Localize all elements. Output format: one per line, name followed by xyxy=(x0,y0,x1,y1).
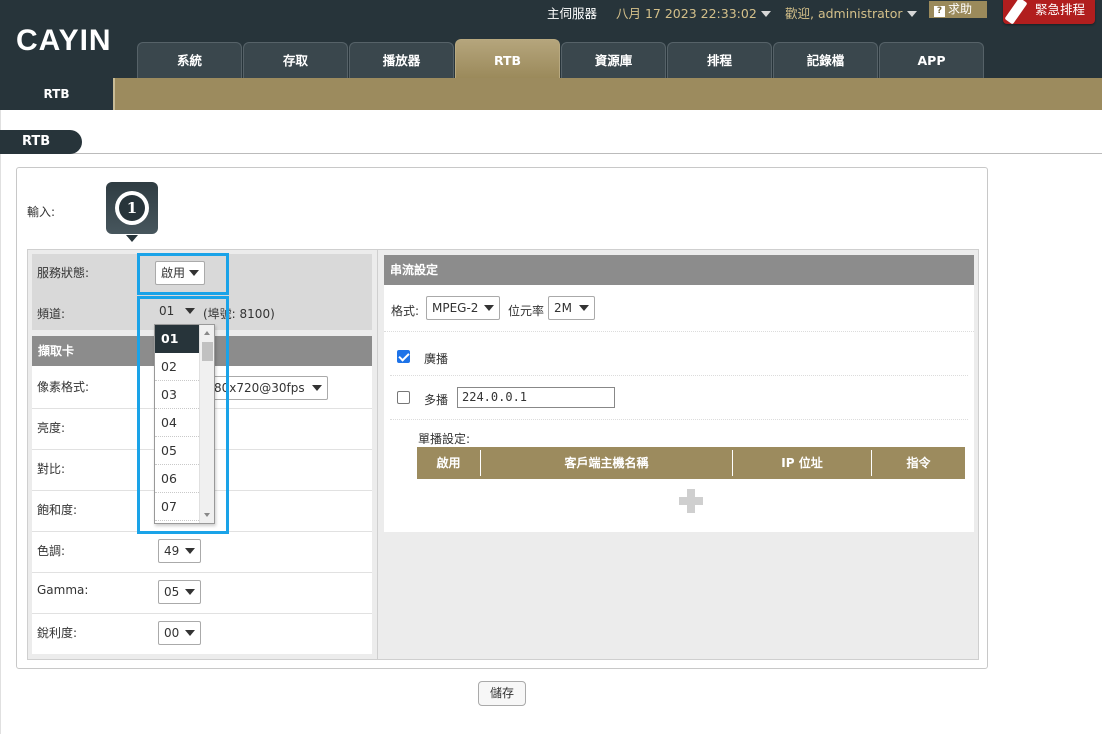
column-divider xyxy=(377,250,378,660)
multicast-checkbox[interactable] xyxy=(397,391,410,404)
brightness-label: 亮度: xyxy=(37,421,66,435)
pixel-format-label: 像素格式: xyxy=(37,380,90,394)
service-status-label: 服務狀態: xyxy=(37,266,90,280)
tab-log[interactable]: 記錄檔 xyxy=(773,42,878,78)
tab-app[interactable]: APP xyxy=(879,42,984,78)
sharpness-value: 00 xyxy=(164,626,180,640)
tab-media-library[interactable]: 資源庫 xyxy=(561,42,666,78)
channel-label: 頻道: xyxy=(37,307,66,321)
help-button[interactable]: ? 求助 xyxy=(929,1,987,18)
bitrate-select[interactable]: 2M xyxy=(548,296,595,320)
chevron-down-icon xyxy=(185,630,195,636)
input-label: 輸入: xyxy=(27,205,56,219)
chevron-down-icon xyxy=(185,548,195,554)
multicast-label: 多播 xyxy=(424,393,449,407)
bitrate-value: 2M xyxy=(554,301,572,315)
highlight-service-status xyxy=(137,253,229,295)
add-client-icon[interactable] xyxy=(679,489,703,513)
saturation-label: 飽和度: xyxy=(37,503,78,517)
chevron-down-icon xyxy=(579,305,589,311)
subtab-rtb[interactable]: RTB xyxy=(0,78,115,110)
unicast-table-header: 啟用 客戶端主機名稱 IP 位址 指令 xyxy=(417,447,965,479)
stream-settings-header: 串流設定 xyxy=(384,255,974,285)
question-icon: ? xyxy=(934,6,945,17)
gamma-value: 05 xyxy=(164,585,180,599)
tab-rtb[interactable]: RTB xyxy=(455,39,560,78)
bitrate-label: 位元率 xyxy=(508,304,545,318)
col-enable: 啟用 xyxy=(436,456,461,470)
caret-down-icon xyxy=(126,235,138,242)
col-client-hostname: 客戶端主機名稱 xyxy=(564,456,649,470)
server-label: 主伺服器 xyxy=(547,6,598,21)
row-divider xyxy=(32,572,372,573)
chevron-down-icon xyxy=(185,589,195,595)
format-label: 格式: xyxy=(391,304,420,318)
hue-select[interactable]: 49 xyxy=(158,539,201,563)
col-ip-address: IP 位址 xyxy=(781,456,823,470)
highlight-channel-dropdown xyxy=(137,296,229,534)
chevron-down-icon xyxy=(484,305,494,311)
tab-player[interactable]: 播放器 xyxy=(349,42,454,78)
input-1-button[interactable]: 1 xyxy=(106,182,158,234)
emergency-schedule-button[interactable]: 緊急排程 xyxy=(1003,0,1095,25)
gamma-label: Gamma: xyxy=(37,583,89,597)
tab-access[interactable]: 存取 xyxy=(243,42,348,78)
sharpness-select[interactable]: 00 xyxy=(158,621,201,645)
pen-icon xyxy=(1004,0,1028,25)
save-button[interactable]: 儲存 xyxy=(478,681,526,706)
cayin-logo: CAYIN xyxy=(16,26,112,54)
row-divider xyxy=(384,331,974,332)
chevron-down-icon xyxy=(906,11,917,17)
title-divider xyxy=(0,153,1102,154)
row-divider xyxy=(390,375,968,376)
format-select[interactable]: MPEG-2 xyxy=(426,296,500,320)
chevron-down-icon xyxy=(312,385,322,391)
gamma-select[interactable]: 05 xyxy=(158,580,201,604)
top-header: CAYIN 主伺服器 八月 17 2023 22:33:02 歡迎, admin… xyxy=(0,0,1102,78)
col-command: 指令 xyxy=(906,456,931,470)
tab-system[interactable]: 系統 xyxy=(137,42,242,78)
datetime-display[interactable]: 八月 17 2023 22:33:02 xyxy=(616,3,771,22)
hue-label: 色調: xyxy=(37,544,66,558)
contrast-label: 對比: xyxy=(37,462,66,476)
sharpness-label: 銳利度: xyxy=(37,626,78,640)
hue-value: 49 xyxy=(164,544,180,558)
multicast-ip-input[interactable]: 224.0.0.1 xyxy=(457,387,615,408)
page-title: RTB xyxy=(0,130,82,154)
page-border xyxy=(0,110,1,734)
sub-navigation: RTB xyxy=(0,78,1102,110)
row-divider xyxy=(32,613,372,614)
format-value: MPEG-2 xyxy=(432,301,479,315)
tab-schedule[interactable]: 排程 xyxy=(667,42,772,78)
broadcast-checkbox[interactable] xyxy=(397,350,410,363)
unicast-settings-label: 單播設定: xyxy=(418,432,471,446)
row-divider xyxy=(390,419,968,420)
chevron-down-icon xyxy=(760,11,771,17)
input-number: 1 xyxy=(119,195,145,221)
user-menu[interactable]: 歡迎, administrator xyxy=(785,3,917,22)
broadcast-label: 廣播 xyxy=(424,352,449,366)
svg-text:CAYIN: CAYIN xyxy=(16,26,112,54)
